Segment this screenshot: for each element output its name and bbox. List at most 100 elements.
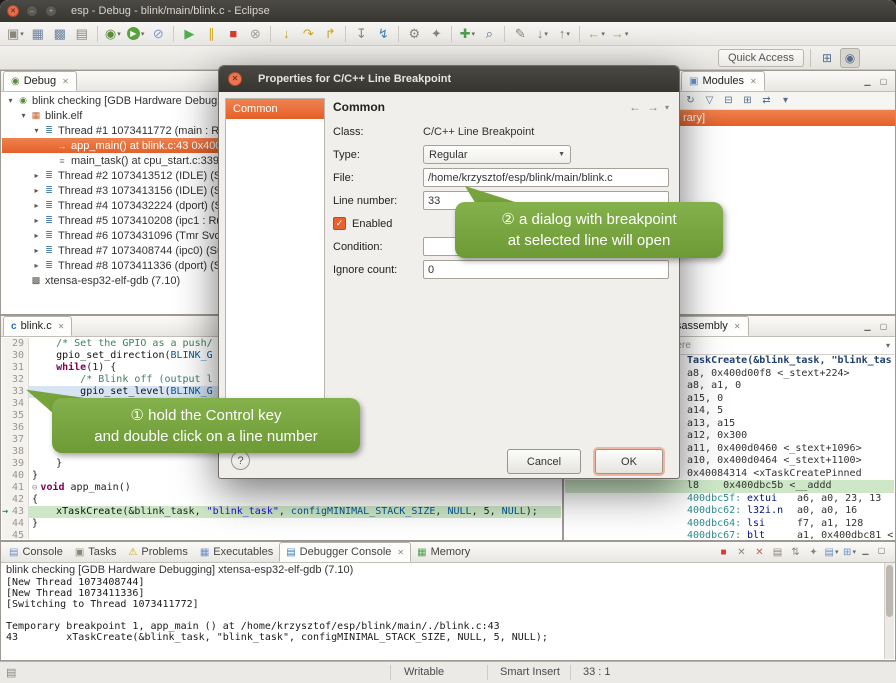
debug-perspective-icon[interactable]: ◉ xyxy=(840,48,860,68)
line-number[interactable]: 31 xyxy=(2,362,28,374)
close-icon[interactable]: ✕ xyxy=(62,77,69,86)
tree-expander-icon[interactable]: ▸ xyxy=(31,171,42,180)
line-number[interactable]: 34 xyxy=(2,398,28,410)
next-annotation-icon[interactable]: ↓▾ xyxy=(532,24,552,44)
resume-icon[interactable]: ▶ xyxy=(179,24,199,44)
prev-annotation-icon[interactable]: ↑▾ xyxy=(554,24,574,44)
tree-expander-icon[interactable]: ▾ xyxy=(5,96,16,105)
line-number[interactable]: 42 xyxy=(2,494,28,506)
tree-expander-icon[interactable]: ▾ xyxy=(18,111,29,120)
step-over-icon[interactable]: ↷ xyxy=(298,24,318,44)
scrollbar-thumb[interactable] xyxy=(886,565,893,617)
new-wizard-icon[interactable]: ▣▾ xyxy=(5,24,26,44)
ignore-count-input[interactable] xyxy=(423,260,669,279)
view-menu-icon[interactable]: ▾ xyxy=(777,93,794,108)
sidebar-item-common[interactable]: Common xyxy=(226,99,324,119)
code-line[interactable]: ⊖void app_main() xyxy=(29,482,561,494)
modules-selected-item[interactable]: rary] xyxy=(679,110,895,126)
line-number[interactable]: 35 xyxy=(2,410,28,422)
tab-problems[interactable]: ⚠Problems xyxy=(122,542,193,562)
minimize-view-icon[interactable]: ▁ xyxy=(861,320,874,332)
tree-expander-icon[interactable]: ▸ xyxy=(31,246,42,255)
cancel-button[interactable]: Cancel xyxy=(507,449,581,474)
remove-all-launches-icon[interactable]: ✕ xyxy=(751,545,768,560)
tab-memory[interactable]: ▦Memory xyxy=(411,542,476,562)
maximize-view-icon[interactable]: ▢ xyxy=(877,320,890,332)
tree-expander-icon[interactable]: ▾ xyxy=(31,126,42,135)
open-perspective-icon[interactable]: ⊞ xyxy=(817,48,837,68)
back-icon[interactable]: ← xyxy=(629,100,641,114)
close-icon[interactable]: ✕ xyxy=(397,548,404,557)
tree-expander-icon[interactable]: ▸ xyxy=(31,186,42,195)
gear-icon[interactable]: ⚙ xyxy=(404,24,424,44)
window-maximize-button[interactable]: + xyxy=(45,5,57,17)
tab-executables[interactable]: ▦Executables xyxy=(194,542,279,562)
debug-icon[interactable]: ◉▾ xyxy=(103,24,123,44)
chevron-down-icon[interactable]: ▾ xyxy=(886,341,890,350)
help-button[interactable]: ? xyxy=(231,451,250,470)
minimize-view-icon[interactable]: ▁ xyxy=(859,544,872,556)
maximize-view-icon[interactable]: ▢ xyxy=(875,544,888,556)
refresh-icon[interactable]: ↻ xyxy=(682,93,699,108)
edit-icon[interactable]: ✎ xyxy=(510,24,530,44)
clear-console-icon[interactable]: ▤ xyxy=(769,545,786,560)
drop-to-frame-icon[interactable]: ↧ xyxy=(351,24,371,44)
tab-debug[interactable]: ◉ Debug ✕ xyxy=(3,71,77,91)
tree-expander-icon[interactable]: ▸ xyxy=(31,216,42,225)
line-number[interactable]: 36 xyxy=(2,422,28,434)
scroll-lock-icon[interactable]: ⇅ xyxy=(787,545,804,560)
code-line[interactable] xyxy=(29,530,561,539)
close-icon[interactable]: ✕ xyxy=(750,77,757,86)
display-console-icon[interactable]: ▤▾ xyxy=(823,545,840,560)
step-into-icon[interactable]: ↓ xyxy=(276,24,296,44)
enabled-checkbox[interactable]: ✓ Enabled xyxy=(333,217,392,230)
tab-console[interactable]: ▤Console xyxy=(3,542,69,562)
collapse-all-icon[interactable]: ⊟ xyxy=(720,93,737,108)
window-minimize-button[interactable]: – xyxy=(26,5,38,17)
line-number[interactable]: 29 xyxy=(2,338,28,350)
fold-marker-icon[interactable]: ⊖ xyxy=(32,483,37,493)
quick-access-button[interactable]: Quick Access xyxy=(718,49,804,67)
chevron-down-icon[interactable]: ▾ xyxy=(665,103,669,112)
suspend-icon[interactable]: ∥ xyxy=(201,24,221,44)
forward-icon[interactable]: →▾ xyxy=(609,24,631,44)
tab-blink-c[interactable]: c blink.c ✕ xyxy=(3,316,72,336)
console-scrollbar[interactable] xyxy=(884,563,894,659)
file-input[interactable] xyxy=(423,168,669,187)
expand-all-icon[interactable]: ⊞ xyxy=(739,93,756,108)
terminate-console-icon[interactable]: ■ xyxy=(715,545,732,560)
step-return-icon[interactable]: ↱ xyxy=(320,24,340,44)
back-icon[interactable]: ←▾ xyxy=(585,24,607,44)
line-number[interactable]: 30 xyxy=(2,350,28,362)
print-icon[interactable]: ▤ xyxy=(72,24,92,44)
line-number[interactable]: 39 xyxy=(2,458,28,470)
pin-console-icon[interactable]: ✦ xyxy=(805,545,822,560)
line-number[interactable]: 38 xyxy=(2,446,28,458)
tree-expander-icon[interactable]: ▸ xyxy=(31,231,42,240)
forward-icon[interactable]: → xyxy=(647,100,659,114)
close-icon[interactable]: ✕ xyxy=(58,322,65,331)
close-icon[interactable]: ✕ xyxy=(734,322,741,331)
line-number[interactable]: 37 xyxy=(2,434,28,446)
tab-tasks[interactable]: ▣Tasks xyxy=(69,542,123,562)
line-number[interactable]: 43→ xyxy=(2,506,28,518)
line-number[interactable]: 33 xyxy=(2,386,28,398)
tab-modules[interactable]: ▣ Modules ✕ xyxy=(681,71,765,91)
save-all-icon[interactable]: ▩ xyxy=(50,24,70,44)
code-line[interactable]: xTaskCreate(&blink_task, "blink_task", c… xyxy=(29,506,561,518)
pin-icon[interactable]: ✦ xyxy=(426,24,446,44)
tree-expander-icon[interactable]: ▸ xyxy=(31,201,42,210)
new-project-icon[interactable]: ✚▾ xyxy=(457,24,477,44)
disconnect-icon[interactable]: ⊗ xyxy=(245,24,265,44)
remove-launch-icon[interactable]: ✕ xyxy=(733,545,750,560)
maximize-view-icon[interactable]: ▢ xyxy=(877,75,890,87)
minimize-view-icon[interactable]: ▁ xyxy=(861,75,874,87)
code-line[interactable]: { xyxy=(29,494,561,506)
skip-breakpoints-icon[interactable]: ⊘ xyxy=(148,24,168,44)
open-console-icon[interactable]: ⊞▾ xyxy=(841,545,858,560)
filter-icon[interactable]: ▽ xyxy=(701,93,718,108)
line-number[interactable]: 32 xyxy=(2,374,28,386)
dialog-close-button[interactable]: ✕ xyxy=(228,72,242,86)
search-icon[interactable]: ⌕ xyxy=(479,24,499,44)
save-icon[interactable]: ▦ xyxy=(28,24,48,44)
